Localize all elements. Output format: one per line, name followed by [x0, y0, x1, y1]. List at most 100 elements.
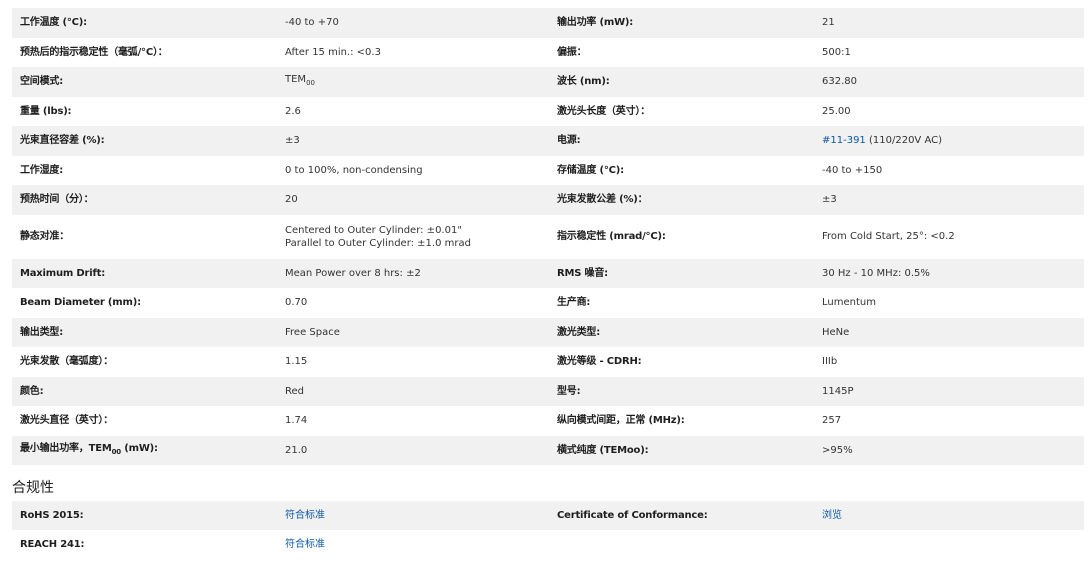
spec-label: 工作湿度:: [12, 156, 277, 186]
spec-label-text: 工作湿度:: [20, 164, 63, 176]
spec-value: Red: [277, 376, 549, 406]
spec-row: Beam Diameter (mm): 0.70 生产商: Lumentum: [12, 288, 1084, 318]
spec-value-text: From Cold Start, 25°: <0.2: [822, 231, 955, 242]
view-certificate-link[interactable]: 浏览: [822, 510, 842, 521]
spec-value: TEM00: [277, 67, 549, 97]
spec-label: 激光类型:: [549, 317, 814, 347]
spec-value: 0 to 100%, non-condensing: [277, 156, 549, 186]
spec-value-text: Centered to Outer Cylinder: ±0.01": [285, 224, 462, 236]
spec-label: 纵向模式间距，正常 (MHz):: [549, 406, 814, 436]
spec-value-text: HeNe: [822, 326, 850, 338]
spec-label-text: 预热后的指示稳定性（毫弧/°C）：: [20, 46, 168, 58]
spec-row: 光束发散（毫弧度）： 1.15 激光等级 - CDRH: IIIb: [12, 347, 1084, 377]
spec-label-tail: (mW):: [120, 442, 158, 454]
spec-label-text: 光束直径容差 (%):: [20, 135, 105, 147]
spec-value-text: 0.70: [285, 297, 308, 309]
spec-row: 工作湿度: 0 to 100%, non-condensing 存储温度 (°C):…: [12, 156, 1084, 186]
spec-value: >95%: [814, 435, 1084, 465]
spec-value: IIIb: [814, 347, 1084, 377]
spec-label-text: 激光头直径（英寸）：: [20, 415, 113, 427]
spec-label-text: 最小输出功率，TEM: [20, 442, 112, 454]
compliance-label: [549, 530, 814, 559]
spec-label: 型号:: [549, 376, 814, 406]
spec-label-text: 输出功率 (mW):: [557, 17, 634, 29]
spec-label: 偏振：: [549, 38, 814, 68]
spec-label: 电源:: [549, 126, 814, 156]
spec-value: 1.15: [277, 347, 549, 377]
compliance-value: 浏览: [814, 501, 1084, 530]
compliance-label: Certificate of Conformance:: [549, 501, 814, 530]
spec-value: Lumentum: [814, 288, 1084, 318]
spec-label: 输出类型:: [12, 317, 277, 347]
spec-label-text: 生产商:: [557, 297, 591, 309]
spec-label-text: 颜色:: [20, 385, 44, 397]
spec-value-text: Red: [285, 385, 304, 397]
spec-label: Maximum Drift:: [12, 258, 277, 288]
compliance-value: 符合标准: [277, 530, 549, 559]
spec-row: 输出类型: Free Space 激光类型: HeNe: [12, 317, 1084, 347]
power-supply-link[interactable]: #11-391: [822, 135, 866, 146]
spec-label: 空间模式:: [12, 67, 277, 97]
compliance-label-text: REACH 241:: [20, 539, 85, 550]
spec-label-text: 激光头长度（英寸）：: [557, 105, 650, 117]
spec-row: 颜色: Red 型号: 1145P: [12, 376, 1084, 406]
spec-row: 静态对准： Centered to Outer Cylinder: ±0.01" P…: [12, 215, 1084, 259]
spec-label-text: 存储温度 (°C):: [557, 164, 624, 176]
spec-label-text: 偏振：: [557, 46, 587, 58]
spec-label: 激光头直径（英寸）：: [12, 406, 277, 436]
compliance-label: REACH 241:: [12, 530, 277, 559]
compliance-link[interactable]: 符合标准: [285, 539, 325, 550]
compliance-link[interactable]: 符合标准: [285, 510, 325, 521]
spec-value-text: 25.00: [822, 105, 851, 117]
spec-row: 激光头直径（英寸）： 1.74 纵向模式间距，正常 (MHz): 257: [12, 406, 1084, 436]
spec-label: 指示稳定性 (mrad/°C):: [549, 215, 814, 259]
spec-label: 生产商:: [549, 288, 814, 318]
spec-label: 输出功率 (mW):: [549, 8, 814, 38]
spec-value-text: 1.15: [285, 356, 308, 368]
spec-label: 光束直径容差 (%):: [12, 126, 277, 156]
spec-label: 重量 (lbs):: [12, 97, 277, 127]
spec-label: 预热后的指示稳定性（毫弧/°C）：: [12, 38, 277, 68]
spec-label: 波长 (nm):: [549, 67, 814, 97]
spec-value: Mean Power over 8 hrs: ±2: [277, 258, 549, 288]
spec-value-text: After 15 min.: <0.3: [285, 46, 381, 58]
compliance-row: REACH 241: 符合标准: [12, 530, 1084, 559]
compliance-table-body: RoHS 2015: 符合标准 Certificate of Conformance…: [12, 501, 1084, 559]
spec-label: 存储温度 (°C):: [549, 156, 814, 186]
spec-value: 0.70: [277, 288, 549, 318]
compliance-row: RoHS 2015: 符合标准 Certificate of Conformance…: [12, 501, 1084, 530]
spec-label: RMS 噪音:: [549, 258, 814, 288]
spec-label: 激光头长度（英寸）：: [549, 97, 814, 127]
spec-value: 1145P: [814, 376, 1084, 406]
spec-value-subscript: 00: [306, 79, 315, 88]
spec-value: -40 to +70: [277, 8, 549, 38]
spec-label-text: RMS 噪音:: [557, 267, 608, 279]
spec-value-text: ±3: [285, 135, 300, 147]
spec-row: 预热后的指示稳定性（毫弧/°C）： After 15 min.: <0.3 偏振： 5…: [12, 38, 1084, 68]
spec-value: Free Space: [277, 317, 549, 347]
spec-value: 2.6: [277, 97, 549, 127]
spec-row: Maximum Drift: Mean Power over 8 hrs: ±2 R…: [12, 258, 1084, 288]
compliance-heading: 合规性: [12, 480, 54, 496]
spec-label-text: 光束发散公差 (%)：: [557, 194, 648, 206]
specifications-panel: 工作温度 (°C): -40 to +70 输出功率 (mW): 21 预热后的指示稳定…: [12, 8, 1084, 559]
spec-value-text: IIIb: [822, 356, 838, 368]
spec-value-text: 257: [822, 415, 842, 427]
spec-value-text: 2.6: [285, 105, 301, 117]
spec-label: Beam Diameter (mm):: [12, 288, 277, 318]
spec-label-text: 激光等级 - CDRH:: [557, 356, 642, 368]
spec-value-text: 0 to 100%, non-condensing: [285, 164, 423, 176]
compliance-label: RoHS 2015:: [12, 501, 277, 530]
spec-label-text: 输出类型:: [20, 326, 63, 338]
spec-value-text: TEM: [285, 74, 307, 86]
spec-label-text: 波长 (nm):: [557, 76, 610, 88]
spec-value: 21: [814, 8, 1084, 38]
spec-value: Centered to Outer Cylinder: ±0.01" Parall…: [277, 215, 549, 259]
spec-label-subscript: 00: [111, 447, 122, 456]
spec-value-text: 21: [822, 17, 835, 29]
spec-value-text: -40 to +150: [822, 164, 883, 176]
specs-table-body: 工作温度 (°C): -40 to +70 输出功率 (mW): 21 预热后的指示稳定…: [12, 8, 1084, 465]
spec-label-text: Beam Diameter (mm):: [20, 297, 141, 309]
spec-label-text: 工作温度 (°C):: [20, 17, 87, 29]
spec-value: ±3: [277, 126, 549, 156]
